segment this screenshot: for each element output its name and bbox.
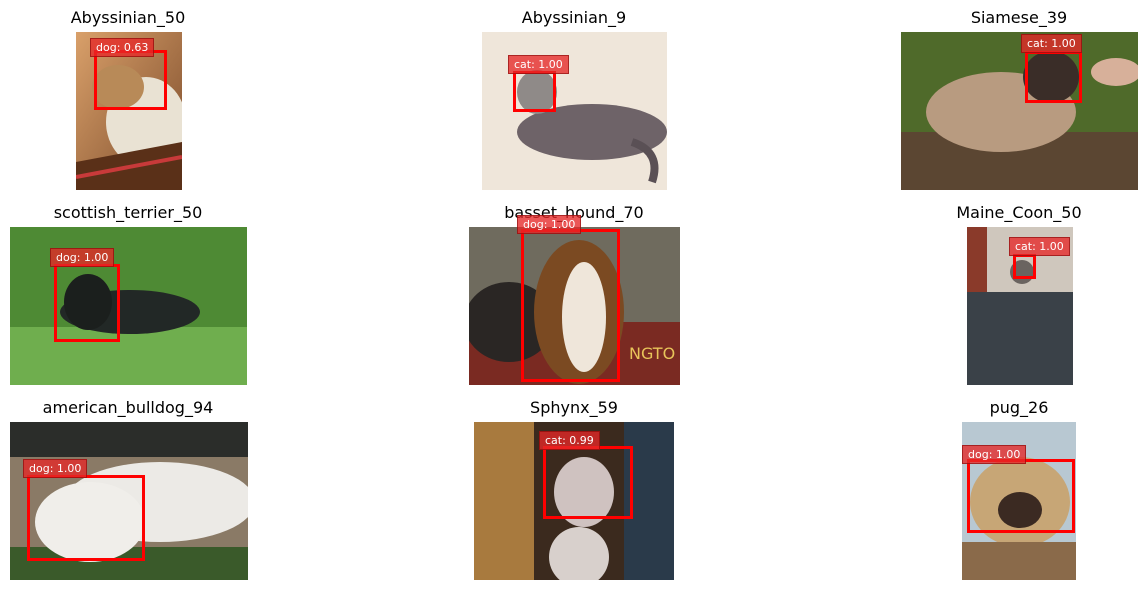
dog-photo-illustration — [10, 227, 247, 385]
detection-box — [513, 71, 556, 112]
detection-label: cat: 1.00 — [1009, 237, 1070, 256]
panel-title: Maine_Coon_50 — [956, 203, 1082, 222]
detection-box — [967, 459, 1075, 533]
detection-label: dog: 1.00 — [23, 459, 88, 478]
detection-label: dog: 1.00 — [962, 445, 1027, 464]
panel-title: Sphynx_59 — [530, 398, 618, 417]
detection-box — [543, 446, 633, 519]
detection-box — [1025, 51, 1082, 103]
panel-title: pug_26 — [989, 398, 1049, 417]
panel-title: Abyssinian_9 — [521, 8, 627, 27]
detection-box — [94, 50, 167, 110]
detection-label: cat: 1.00 — [1021, 34, 1082, 53]
panel-title: american_bulldog_94 — [42, 398, 214, 417]
detection-label: dog: 1.00 — [50, 248, 115, 267]
detection-label: cat: 1.00 — [508, 55, 569, 74]
detection-label: dog: 1.00 — [517, 215, 582, 234]
panel-title: Siamese_39 — [970, 8, 1068, 27]
panel-title: scottish_terrier_50 — [53, 203, 203, 222]
cat-photo-illustration — [901, 32, 1138, 190]
detection-box — [521, 229, 620, 382]
detection-label: cat: 0.99 — [539, 431, 600, 450]
pet-photo — [10, 227, 247, 385]
detection-box — [1013, 254, 1036, 279]
pet-photo — [901, 32, 1138, 190]
detection-label: dog: 0.63 — [90, 38, 155, 57]
svg-text:NGTO: NGTO — [629, 344, 675, 363]
panel-title: Abyssinian_50 — [70, 8, 186, 27]
detection-box — [27, 475, 145, 561]
detection-box — [54, 264, 120, 342]
